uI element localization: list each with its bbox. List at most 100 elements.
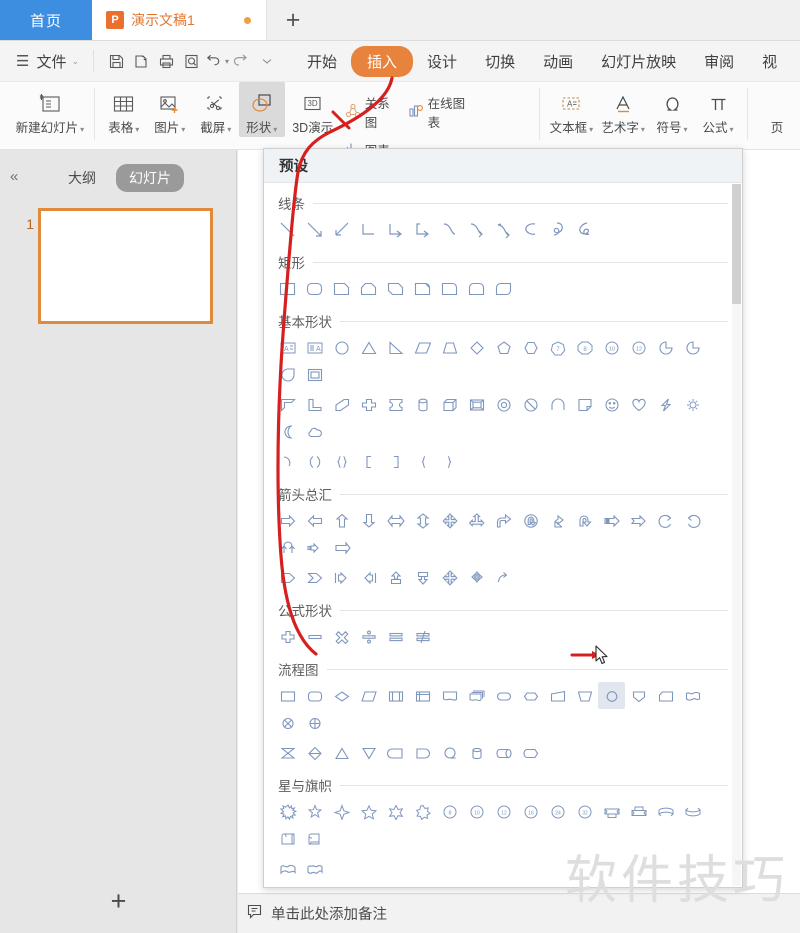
file-menu-label[interactable]: 文件 xyxy=(36,51,66,72)
customize-qat-icon[interactable] xyxy=(254,49,279,74)
new-slide-button[interactable]: 新建幻灯片 ▾ xyxy=(12,82,88,137)
shape-flowchart-predefined-process[interactable] xyxy=(382,682,409,709)
shape-elbow-arrow[interactable] xyxy=(382,216,409,243)
tab-review[interactable]: 审阅 xyxy=(690,47,748,76)
print-icon[interactable] xyxy=(154,49,179,74)
save-as-icon[interactable] xyxy=(129,49,154,74)
tab-slideshow[interactable]: 幻灯片放映 xyxy=(587,47,690,76)
shape-flowchart-magnetic-disk[interactable] xyxy=(463,739,490,766)
shape-diagonal-stripe[interactable] xyxy=(328,391,355,418)
shape-right-bracket[interactable] xyxy=(382,448,409,475)
shape-flowchart-preparation[interactable] xyxy=(517,682,544,709)
shape-dodecagon[interactable]: 12 xyxy=(625,334,652,361)
shape-flowchart-extract[interactable] xyxy=(328,739,355,766)
shape-snip-round-single-corner-rectangle[interactable] xyxy=(409,275,436,302)
shape-star-5-point[interactable] xyxy=(355,798,382,825)
shape-round-single-corner-rectangle[interactable] xyxy=(436,275,463,302)
shape-chevron-arrow[interactable] xyxy=(301,564,328,591)
tab-animations[interactable]: 动画 xyxy=(529,47,587,76)
shape-curved-arrow[interactable] xyxy=(463,216,490,243)
shape-quad-arrow-cross[interactable] xyxy=(436,564,463,591)
shape-pentagon[interactable] xyxy=(490,334,517,361)
shape-teardrop[interactable] xyxy=(274,361,301,388)
gallery-scrollbar[interactable] xyxy=(732,184,741,886)
shape-plaque[interactable] xyxy=(382,391,409,418)
shape-snip-diagonal-corner-rectangle[interactable] xyxy=(382,275,409,302)
shape-round-brackets[interactable] xyxy=(301,448,328,475)
pane-tab-outline[interactable]: 大纲 xyxy=(58,164,106,192)
shape-heptagon[interactable]: 7 xyxy=(544,334,571,361)
shape-flowchart-sequential-access[interactable] xyxy=(436,739,463,766)
shape-horizontal-scroll[interactable] xyxy=(301,825,328,852)
shape-line-arrow[interactable] xyxy=(301,216,328,243)
shape-isosceles-triangle[interactable] xyxy=(355,334,382,361)
shape-moon[interactable] xyxy=(274,418,301,445)
shape-round-braces[interactable] xyxy=(328,448,355,475)
shape-up-ribbon[interactable] xyxy=(598,798,625,825)
redo-icon[interactable] xyxy=(229,49,254,74)
shape-snip-single-corner-rectangle[interactable] xyxy=(328,275,355,302)
shape-L-shape[interactable] xyxy=(301,391,328,418)
collapse-pane-icon[interactable]: « xyxy=(10,168,18,185)
online-chart-button[interactable]: 在线图表 xyxy=(404,91,479,133)
shape-not-equal-sign[interactable] xyxy=(409,623,436,650)
shapes-gallery-dropdown[interactable]: 预设 线条 矩形 基本形状 A A 7 8 10 12 箭头总汇 公式形状 流程… xyxy=(263,148,743,888)
shape-bent-arrow[interactable] xyxy=(490,507,517,534)
shape-flowchart-decision[interactable] xyxy=(328,682,355,709)
shape-half-frame[interactable] xyxy=(274,391,301,418)
shape-scribble[interactable] xyxy=(571,216,598,243)
shape-flowchart-multidocument[interactable] xyxy=(463,682,490,709)
shape-flowchart-connector[interactable] xyxy=(598,682,625,709)
shape-multiply-sign[interactable] xyxy=(328,623,355,650)
shape-round-diagonal-corner-rectangle[interactable] xyxy=(490,275,517,302)
tab-start[interactable]: 开始 xyxy=(293,47,351,76)
shape-right-triangle[interactable] xyxy=(382,334,409,361)
shape-down-arrow[interactable] xyxy=(355,507,382,534)
shape-quad-arrow[interactable] xyxy=(436,507,463,534)
shape-arc[interactable] xyxy=(544,391,571,418)
shape-star-7-point[interactable] xyxy=(409,798,436,825)
shape-cross[interactable] xyxy=(355,391,382,418)
shape-curved-connector[interactable] xyxy=(436,216,463,243)
shape-down-ribbon[interactable] xyxy=(625,798,652,825)
wordart-button[interactable]: 艺术字 ▾ xyxy=(597,82,649,137)
shape-up-down-arrow[interactable] xyxy=(409,507,436,534)
shape-oval[interactable] xyxy=(328,334,355,361)
print-preview-icon[interactable] xyxy=(179,49,204,74)
shape-flowchart-summing-junction[interactable] xyxy=(274,709,301,736)
chevron-down-icon[interactable]: ⌄ xyxy=(71,56,79,67)
shape-pie[interactable] xyxy=(652,334,679,361)
formula-button[interactable]: 公式 ▾ xyxy=(695,82,741,137)
shape-right-arrow-callout[interactable] xyxy=(301,534,328,561)
shape-star-8-point[interactable]: 8 xyxy=(436,798,463,825)
shape-left-right-arrow[interactable] xyxy=(382,507,409,534)
shape-flowchart-direct-access-storage[interactable] xyxy=(490,739,517,766)
shape-arc-open[interactable] xyxy=(274,448,301,475)
hamburger-icon[interactable]: ☰ xyxy=(16,52,29,70)
gallery-scrollbar-thumb[interactable] xyxy=(732,184,741,304)
new-tab-button[interactable]: + xyxy=(267,0,319,40)
shape-left-right-up-arrow[interactable] xyxy=(463,507,490,534)
shape-chord[interactable] xyxy=(679,334,706,361)
shape-left-arrow[interactable] xyxy=(301,507,328,534)
shape-division-sign[interactable] xyxy=(355,623,382,650)
shape-up-arrow[interactable] xyxy=(328,507,355,534)
shape-down-arrow-callout[interactable] xyxy=(328,534,355,561)
shape-line-double-arrow[interactable] xyxy=(328,216,355,243)
symbol-button[interactable]: 符号 ▾ xyxy=(649,82,695,137)
shape-flowchart-off-page-connector[interactable] xyxy=(625,682,652,709)
picture-button[interactable]: 图片 ▾ xyxy=(147,82,193,137)
shape-circular-arrow[interactable] xyxy=(652,507,679,534)
shape-left-right-circular-arrow[interactable] xyxy=(274,534,301,561)
shape-hexagon[interactable] xyxy=(517,334,544,361)
shape-trapezoid[interactable] xyxy=(436,334,463,361)
shape-flowchart-document[interactable] xyxy=(436,682,463,709)
shape-down-ribbon-arrow[interactable] xyxy=(409,564,436,591)
shape-flowchart-merge[interactable] xyxy=(355,739,382,766)
shape-flowchart-internal-storage[interactable] xyxy=(409,682,436,709)
shape-flowchart-sort[interactable] xyxy=(301,739,328,766)
shape-explosion-2[interactable] xyxy=(301,798,328,825)
shape-star-32-point[interactable]: 32 xyxy=(571,798,598,825)
shape-equal-sign[interactable] xyxy=(382,623,409,650)
slide-thumbnail-1[interactable] xyxy=(38,208,213,324)
